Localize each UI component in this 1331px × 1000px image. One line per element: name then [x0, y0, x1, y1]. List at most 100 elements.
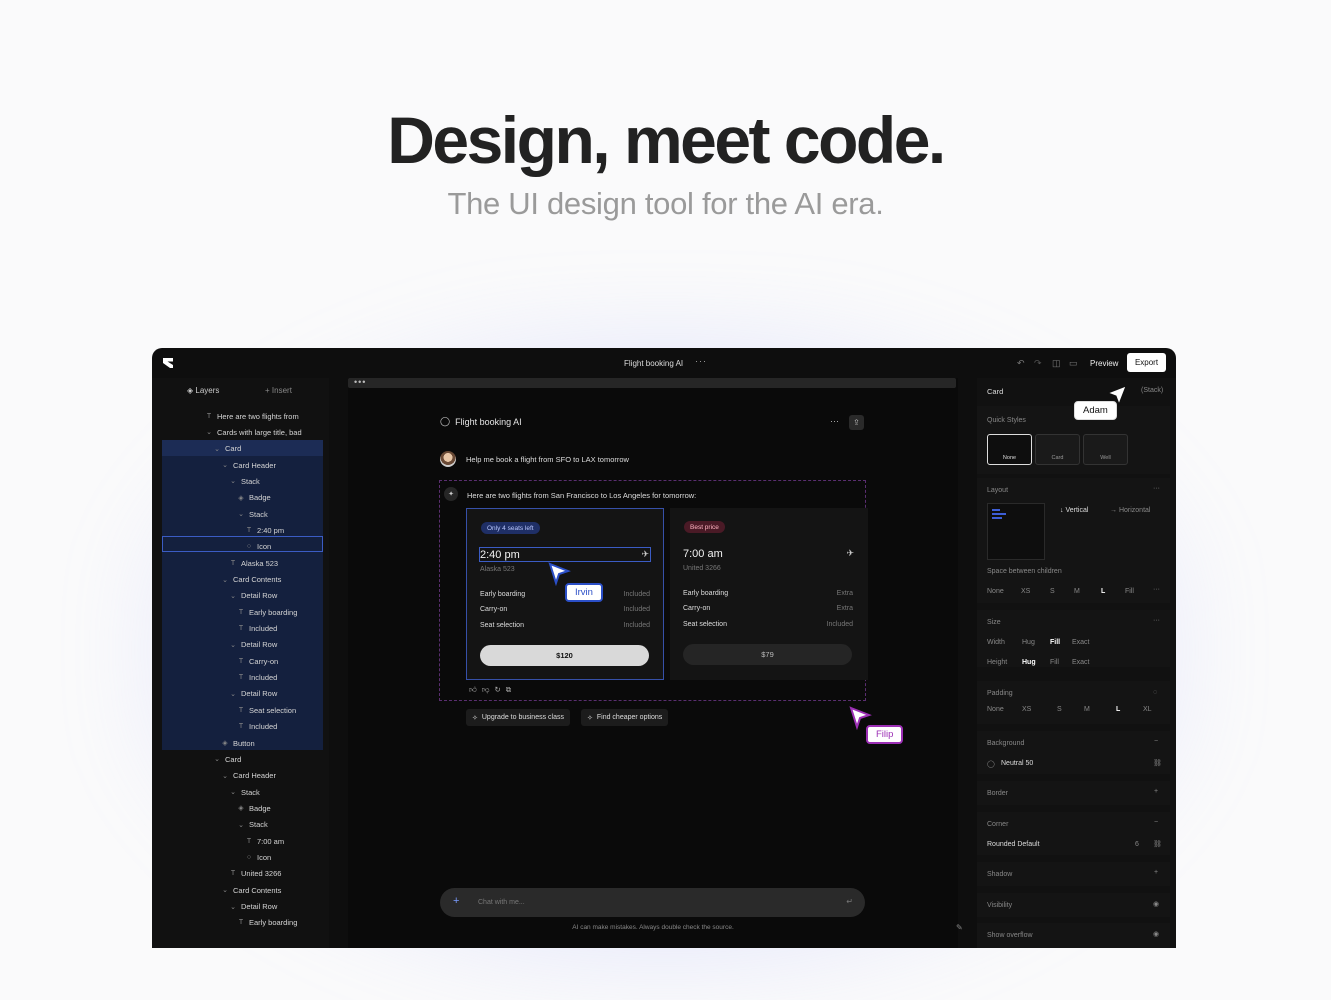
layer-row[interactable]: ⌄ Card — [212, 441, 241, 457]
add-icon[interactable]: + — [1154, 788, 1158, 795]
layer-row[interactable]: ⌄ Stack — [228, 473, 260, 489]
suggestion-chip[interactable]: ✧ Find cheaper options — [581, 709, 669, 726]
layer-row[interactable]: T 7:00 am — [244, 833, 284, 849]
layout-horizontal[interactable]: → Horizontal — [1110, 507, 1150, 514]
device-icon[interactable]: ▭ — [1069, 358, 1078, 369]
layout-more-icon[interactable]: ··· — [1153, 485, 1160, 492]
thumbs-down-icon[interactable]: 👎︎ — [482, 685, 495, 694]
layer-row[interactable]: ⌄ Card Contents — [220, 572, 281, 588]
add-icon[interactable]: + — [1154, 869, 1158, 876]
size-more-icon[interactable]: ··· — [1153, 617, 1160, 624]
quick-style-well[interactable]: Well — [1083, 434, 1128, 465]
quick-style-none[interactable]: None — [987, 434, 1032, 465]
layer-row[interactable]: ⌄ Card — [212, 751, 241, 767]
option-l[interactable]: L — [1101, 588, 1105, 595]
frame-header[interactable]: ••• — [348, 378, 956, 388]
link-icon[interactable]: ⛓ — [1153, 840, 1162, 848]
price-button[interactable]: $79 — [683, 644, 852, 665]
export-button[interactable]: Export — [1127, 353, 1166, 372]
swatch-icon[interactable]: ◯ — [987, 760, 995, 768]
chat-input[interactable]: + Chat with me... ↵ — [440, 888, 865, 917]
option-exact[interactable]: Exact — [1072, 639, 1090, 646]
layer-row[interactable]: ⌄ Detail Row — [228, 899, 277, 915]
option-exact[interactable]: Exact — [1072, 659, 1090, 666]
tab-insert[interactable]: + Insert — [265, 386, 292, 395]
layer-row[interactable]: ⌄ Detail Row — [228, 637, 277, 653]
suggestion-chip[interactable]: ✧ Upgrade to business class — [466, 709, 570, 726]
panel-toggle-icon[interactable]: ◫ — [1052, 358, 1061, 369]
corner-number[interactable]: 6 — [1135, 841, 1139, 848]
option-fill[interactable]: Fill — [1050, 659, 1059, 666]
layer-row[interactable]: ◈ Badge — [236, 490, 270, 506]
option-l[interactable]: L — [1116, 706, 1120, 713]
plus-icon[interactable]: + — [453, 896, 459, 907]
option-m[interactable]: M — [1074, 588, 1080, 595]
quick-style-card[interactable]: Card — [1035, 434, 1080, 465]
option-xl[interactable]: XL — [1143, 706, 1152, 713]
layer-row[interactable]: ◈ Button — [220, 735, 254, 751]
layer-row[interactable]: T Early boarding — [236, 604, 298, 620]
layer-row[interactable]: ○ Icon — [244, 849, 271, 865]
layer-row[interactable]: ◈ Badge — [236, 800, 270, 816]
layer-row[interactable]: ⌄ Detail Row — [228, 588, 277, 604]
flight-card-united[interactable]: Best price 7:00 am ✈ United 3266 Early b… — [670, 508, 868, 680]
flight-time[interactable]: 2:40 pm — [480, 549, 520, 561]
option-hug[interactable]: Hug — [1022, 659, 1036, 666]
document-more-icon[interactable]: ··· — [695, 356, 707, 366]
layer-row[interactable]: T United 3266 — [228, 866, 282, 882]
layer-row[interactable]: ⌄ Card Header — [220, 457, 276, 473]
option-xs[interactable]: XS — [1022, 706, 1031, 713]
layer-row[interactable]: ⌄ Card Header — [220, 768, 276, 784]
pen-icon[interactable]: ✎ — [956, 923, 963, 932]
space-more-icon[interactable]: ··· — [1153, 586, 1160, 593]
document-title[interactable]: Flight booking AI — [624, 359, 683, 368]
layer-row[interactable]: T Seat selection — [236, 702, 296, 718]
layer-row[interactable]: ⌄ Stack — [236, 506, 268, 522]
layout-vertical[interactable]: ↓ Vertical — [1060, 507, 1088, 514]
option-fill[interactable]: Fill — [1050, 639, 1060, 646]
option-xs[interactable]: XS — [1021, 588, 1030, 595]
padding-mode-icon[interactable]: ◌ — [1153, 689, 1157, 696]
copy-icon[interactable]: ⧉ — [506, 685, 516, 694]
layer-row[interactable]: ○ Icon — [244, 539, 271, 555]
option-m[interactable]: M — [1084, 706, 1090, 713]
layer-row[interactable]: ⌄ Detail Row — [228, 686, 277, 702]
layer-row[interactable]: T 2:40 pm — [244, 522, 284, 538]
layer-row[interactable]: ⌄ Stack — [236, 817, 268, 833]
layer-row[interactable]: T Carry-on — [236, 653, 278, 669]
option-s[interactable]: S — [1057, 706, 1062, 713]
option-none[interactable]: None — [987, 706, 1004, 713]
layout-preview[interactable] — [987, 503, 1045, 560]
send-icon[interactable]: ↵ — [846, 897, 853, 906]
link-icon[interactable]: ⛓ — [1153, 759, 1162, 767]
layer-row[interactable]: T Early boarding — [236, 915, 298, 931]
layer-row[interactable]: T Alaska 523 — [228, 555, 278, 571]
layer-row[interactable]: T Included — [236, 621, 278, 637]
option-fill[interactable]: Fill — [1125, 588, 1134, 595]
redo-icon[interactable]: ↷ — [1034, 358, 1042, 369]
ai-response[interactable]: ✦ Here are two flights from San Francisc… — [439, 480, 868, 701]
layer-row[interactable]: ⌄ Stack — [228, 784, 260, 800]
option-none[interactable]: None — [987, 588, 1004, 595]
refresh-icon[interactable]: ↻ — [494, 685, 505, 694]
layer-row[interactable]: T Included — [236, 670, 278, 686]
tab-layers[interactable]: ◈ Layers — [187, 386, 219, 395]
thumbs-up-icon[interactable]: 👍︎ — [469, 685, 482, 694]
eye-icon[interactable]: ◉ — [1153, 900, 1159, 908]
option-s[interactable]: S — [1050, 588, 1055, 595]
share-icon[interactable]: ⇪ — [849, 415, 864, 430]
option-hug[interactable]: Hug — [1022, 639, 1035, 646]
corner-value[interactable]: Rounded Default — [987, 841, 1040, 848]
background-value[interactable]: Neutral 50 — [1001, 760, 1033, 767]
layer-row[interactable]: T Here are two flights from — [204, 408, 299, 424]
canvas[interactable]: ••• ◯ Flight booking AI ··· ⇪ Help me bo… — [348, 378, 958, 948]
layer-row[interactable]: ⌄ Card Contents — [220, 882, 281, 898]
chat-more-icon[interactable]: ··· — [830, 416, 839, 426]
undo-icon[interactable]: ↶ — [1017, 358, 1025, 369]
layer-row[interactable]: T Included — [236, 719, 278, 735]
preview-button[interactable]: Preview — [1090, 359, 1118, 368]
frame-menu-icon[interactable]: ••• — [354, 378, 366, 387]
app-logo-icon[interactable] — [162, 357, 174, 369]
price-button[interactable]: $120 — [480, 645, 649, 666]
layer-row[interactable]: ⌄ Cards with large title, bad — [204, 424, 302, 440]
